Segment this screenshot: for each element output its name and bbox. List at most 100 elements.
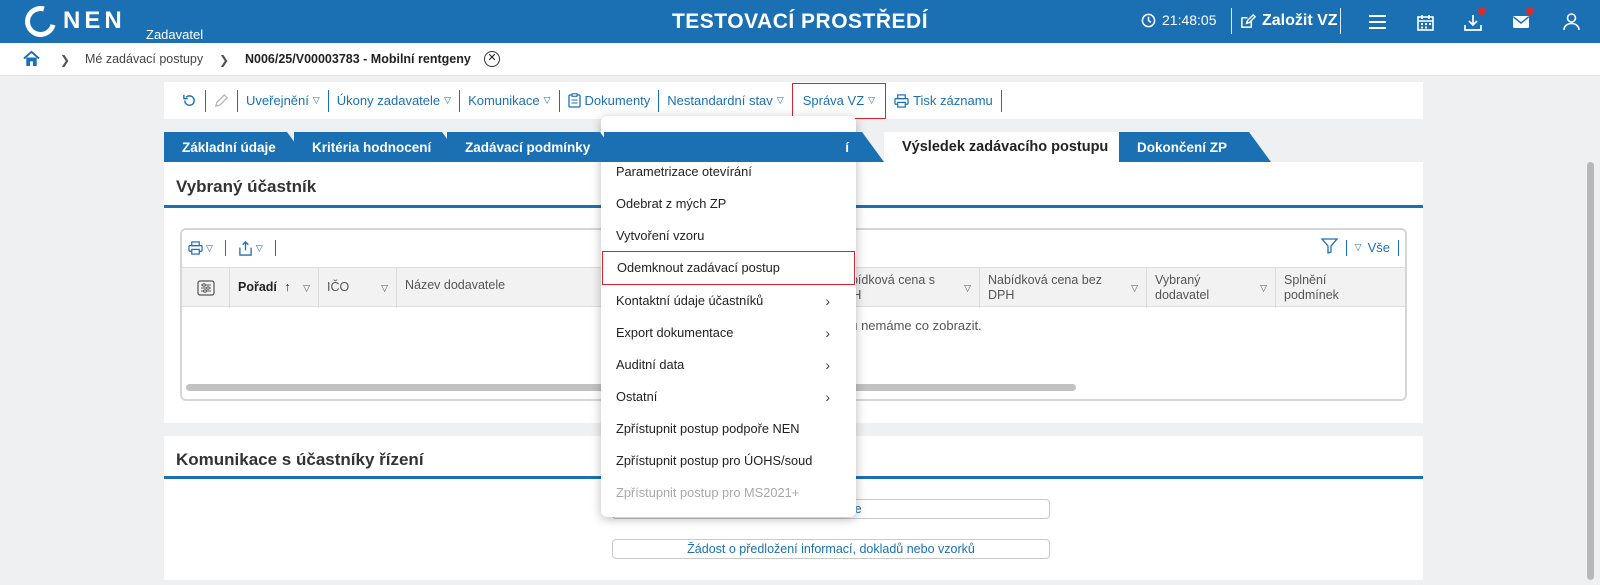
column-filter-icon[interactable]: ▽ bbox=[964, 281, 971, 296]
panel-title: Vybraný účastník bbox=[176, 177, 317, 196]
toolbar-publication-label: Uveřejnění bbox=[246, 93, 309, 108]
menu-item-share-uohs[interactable]: Zpřístupnit postup pro ÚOHS/soud bbox=[601, 445, 856, 477]
menu-item-share-nen-support[interactable]: Zpřístupnit postup podpoře NEN bbox=[601, 413, 856, 445]
column-price-without-vat-line1: Nabídková cena bez bbox=[988, 273, 1102, 287]
logo-ring-icon bbox=[19, 0, 62, 43]
grid-filter-button[interactable] bbox=[1320, 238, 1339, 257]
column-settings-button[interactable] bbox=[182, 268, 230, 308]
toolbar-print-label: Tisk záznamu bbox=[913, 93, 993, 108]
chevron-right-icon: › bbox=[825, 389, 830, 405]
tab-label: Zadávací podmínky bbox=[465, 139, 591, 155]
tab-hidden[interactable]: í bbox=[604, 132, 884, 162]
messages-button[interactable] bbox=[1510, 7, 1534, 33]
menu-item-other[interactable]: Ostatní › bbox=[601, 381, 856, 413]
column-filter-icon[interactable]: ▽ bbox=[1131, 281, 1138, 296]
sort-up-icon: ↑ bbox=[284, 280, 291, 294]
menu-item-create-template[interactable]: Vytvoření vzoru bbox=[601, 220, 856, 252]
chevron-right-icon: › bbox=[825, 325, 830, 341]
create-vz-button[interactable]: Založit VZ bbox=[1239, 8, 1338, 34]
column-filter-icon[interactable]: ▽ bbox=[1260, 281, 1267, 296]
dropdown-triangle-icon: ▽ bbox=[255, 242, 263, 253]
toolbar-print-record[interactable]: Tisk záznamu bbox=[886, 89, 1002, 112]
column-price-without-vat-line2: DPH bbox=[988, 288, 1015, 302]
user-icon bbox=[1562, 13, 1580, 31]
column-order[interactable]: Pořadí ↑ ▽ bbox=[230, 268, 319, 308]
tab-basic-info[interactable]: Základní údaje bbox=[164, 132, 309, 162]
page-vertical-scrollbar[interactable] bbox=[1587, 162, 1594, 580]
breadcrumb: ❯ Mé zadávací postupy ❯ N006/25/V0000378… bbox=[0, 43, 1600, 76]
menu-item-remove-from-my[interactable]: Odebrat z mých ZP bbox=[601, 188, 856, 220]
home-button[interactable] bbox=[23, 50, 40, 70]
menu-item-unlock-procedure[interactable]: Odemknout zadávací postup bbox=[602, 251, 855, 285]
calendar-icon bbox=[1416, 14, 1434, 31]
download-notification-dot bbox=[1478, 7, 1486, 15]
menu-item-label: Export dokumentace bbox=[616, 325, 734, 340]
grid-view-all-dropdown[interactable]: ▽ Vše bbox=[1355, 240, 1390, 255]
chevron-right-icon: › bbox=[825, 357, 830, 373]
filter-icon bbox=[1320, 238, 1339, 254]
column-price-with-vat[interactable]: abídková cena s PH ▽ bbox=[842, 268, 980, 308]
tab-label: Základní údaje bbox=[182, 139, 276, 155]
calendar-button[interactable] bbox=[1414, 11, 1436, 33]
grid-view-all-label: Vše bbox=[1367, 240, 1390, 255]
column-order-label: Pořadí bbox=[238, 280, 277, 294]
toolbar-actions-label: Úkony zadavatele bbox=[336, 93, 441, 108]
column-ico[interactable]: IČO ▽ bbox=[319, 268, 397, 308]
tab-procedure-result[interactable]: Výsledek zadávacího postupu bbox=[884, 132, 1119, 162]
refresh-button[interactable] bbox=[174, 89, 206, 112]
user-profile-button[interactable] bbox=[1560, 11, 1582, 33]
document-icon bbox=[567, 93, 581, 108]
column-supplier-name-label: Název dodavatele bbox=[405, 278, 506, 292]
column-filter-icon[interactable]: ▽ bbox=[381, 281, 388, 296]
edit-icon bbox=[1241, 13, 1256, 28]
tab-label: Kritéria hodnocení bbox=[312, 139, 432, 155]
edit-button[interactable] bbox=[206, 89, 238, 112]
menu-item-export-documentation[interactable]: Export dokumentace › bbox=[601, 317, 856, 349]
close-icon[interactable]: ✕ bbox=[484, 51, 500, 67]
grid-export-button[interactable]: ▽ bbox=[238, 240, 263, 256]
tab-completion[interactable]: Dokončení ZP bbox=[1119, 132, 1271, 162]
tab-label: Dokončení ZP bbox=[1137, 139, 1228, 155]
panel-title: Komunikace s účastníky řízení bbox=[176, 450, 424, 469]
menu-item-participant-contacts[interactable]: Kontaktní údaje účastníků › bbox=[601, 285, 856, 317]
toolbar-manage-vz[interactable]: Správa VZ ▽ bbox=[791, 82, 887, 119]
tab-evaluation-criteria[interactable]: Kritéria hodnocení bbox=[294, 132, 464, 162]
column-conditions-met[interactable]: Splnění podmínek bbox=[1276, 268, 1405, 308]
column-selected-supplier-line2: dodavatel bbox=[1155, 288, 1210, 302]
breadcrumb-my-procedures[interactable]: Mé zadávací postupy bbox=[85, 52, 203, 66]
mail-notification-dot bbox=[1526, 7, 1534, 15]
pencil-icon bbox=[214, 93, 229, 108]
column-conditions-line2: podmínek bbox=[1284, 288, 1339, 302]
toolbar-publication[interactable]: Uveřejnění ▽ bbox=[238, 89, 329, 112]
logo-text: NEN bbox=[63, 7, 126, 34]
menu-item-label: Auditní data bbox=[616, 357, 685, 372]
header-divider bbox=[1231, 8, 1232, 34]
column-settings-icon bbox=[196, 280, 215, 296]
toolbar-communication[interactable]: Komunikace ▽ bbox=[460, 89, 560, 112]
logo-subtitle: Zadavatel bbox=[146, 27, 204, 42]
toolbar-nonstandard-state[interactable]: Nestandardní stav ▽ bbox=[659, 90, 791, 112]
column-filter-icon[interactable]: ▽ bbox=[303, 281, 310, 296]
toolbar-contracting-actions[interactable]: Úkony zadavatele ▽ bbox=[329, 89, 461, 112]
nen-logo[interactable]: NEN Zadavatel bbox=[19, 0, 203, 43]
hamburger-menu-button[interactable] bbox=[1366, 11, 1388, 33]
column-selected-supplier[interactable]: Vybraný dodavatel ▽ bbox=[1147, 268, 1276, 308]
dropdown-triangle-icon: ▽ bbox=[776, 95, 784, 105]
tab-label: Výsledek zadávacího postupu bbox=[902, 139, 1109, 155]
tab-tender-conditions[interactable]: Zadávací podmínky bbox=[447, 132, 622, 162]
menu-item-audit-data[interactable]: Auditní data › bbox=[601, 349, 856, 381]
toolbar-documents-label: Dokumenty bbox=[584, 93, 651, 108]
menu-item-label: Ostatní bbox=[616, 389, 658, 404]
clock-value: 21:48:05 bbox=[1162, 12, 1217, 28]
toolbar-documents[interactable]: Dokumenty bbox=[560, 89, 660, 112]
downloads-button[interactable] bbox=[1462, 7, 1486, 33]
dropdown-triangle-icon: ▽ bbox=[1354, 242, 1362, 252]
grid-toolbar-divider bbox=[274, 240, 276, 256]
column-price-without-vat[interactable]: Nabídková cena bez DPH ▽ bbox=[980, 268, 1147, 308]
grid-print-button[interactable]: ▽ bbox=[188, 241, 213, 255]
request-documents-button[interactable]: Žádost o předložení informací, dokladů n… bbox=[612, 539, 1050, 559]
environment-title: TESTOVACÍ PROSTŘEDÍ bbox=[671, 10, 929, 33]
top-header: NEN Zadavatel TESTOVACÍ PROSTŘEDÍ 21:48:… bbox=[0, 0, 1600, 43]
chevron-right-icon: › bbox=[825, 293, 830, 309]
column-conditions-line1: Splnění bbox=[1284, 273, 1327, 287]
